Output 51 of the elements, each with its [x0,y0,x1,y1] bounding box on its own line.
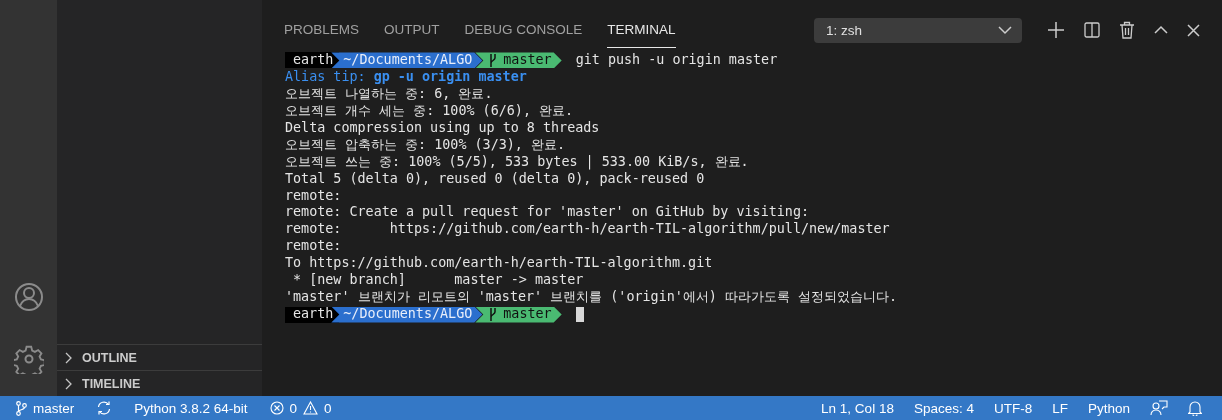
prompt-branch: master [475,52,562,69]
output-line: 오브젝트 쓰는 중: 100% (5/5), 533 bytes | 533.00 KiB/s, 완료. [285,153,749,171]
output-line: To https://github.com/earth-h/earth-TIL-algorithm.git [285,255,713,273]
close-icon[interactable] [1187,23,1200,37]
encoding-status[interactable]: UTF-8 [993,400,1033,416]
output-line: Total 5 (delta 0), reused 0 (delta 0), pack-reused 0 [285,170,705,188]
terminal-dropdown[interactable]: 1: zsh [814,17,1022,43]
error-icon [269,401,284,415]
panel-tab[interactable]: OUTPUT [384,12,440,48]
feedback-icon[interactable] [1150,400,1168,416]
git-branch-icon [489,53,498,67]
branch-status[interactable]: master [16,400,75,416]
output-line: remote: Create a pull request for 'master' on GitHub by visiting: [285,204,810,222]
line-ending-status[interactable]: LF [1052,400,1068,416]
trash-icon[interactable] [1119,21,1135,39]
account-icon[interactable] [13,282,44,312]
command-text: git push -u origin master [575,52,778,69]
output-line: 'master' 브랜치가 리모트의 'master' 브랜치를 ('origin'에서) 따라가도록 설정되었습니다. [285,289,898,307]
output-line: 오브젝트 압축하는 중: 100% (3/3), 완료. [285,136,566,154]
panel-tab[interactable]: DEBUG CONSOLE [464,12,583,48]
panel-tab[interactable]: PROBLEMS [284,12,360,48]
git-branch-icon [16,400,27,416]
prompt-path: ~/Documents/ALGO [331,52,483,69]
chevron-icon [64,377,74,390]
prompt-path: ~/Documents/ALGO [331,306,483,323]
output-line: Delta compression using up to 8 threads [285,119,600,137]
output-line: * [new branch] master -> master [292,272,584,290]
tip-label: Alias tip: [285,68,366,86]
output-line: remote: [285,238,342,256]
prompt-branch: master [475,306,562,323]
tip-text: gp -u origin master [373,68,527,86]
settings-icon[interactable] [13,344,44,374]
indentation-status[interactable]: Spaces: 4 [913,400,974,416]
output-line: 오브젝트 개수 세는 중: 100% (6/6), 완료. [285,102,574,120]
chevron-down-icon [998,25,1012,35]
problems-status[interactable]: 0 0 [269,400,332,416]
output-line: remote: [285,187,342,205]
chevron-icon [64,351,74,364]
sync-icon[interactable] [96,401,113,415]
bell-icon[interactable] [1188,400,1202,416]
chevron-up-icon[interactable] [1154,25,1168,35]
warning-icon [303,401,319,415]
language-status[interactable]: Python [1087,400,1130,416]
split-icon[interactable] [1084,22,1100,38]
plus-icon[interactable] [1047,21,1065,39]
cursor-position[interactable]: Ln 1, Col 18 [821,400,894,416]
interpreter-status[interactable]: Python 3.8.2 64-bit [134,400,248,416]
panel-tab[interactable]: TERMINAL [607,12,676,48]
output-line: remote: https://github.com/earth-h/earth-TIL-algorithm/pull/new/master [285,221,890,239]
output-line: 오브젝트 나열하는 중: 6, 완료. [285,85,493,103]
git-branch-icon [489,308,498,322]
